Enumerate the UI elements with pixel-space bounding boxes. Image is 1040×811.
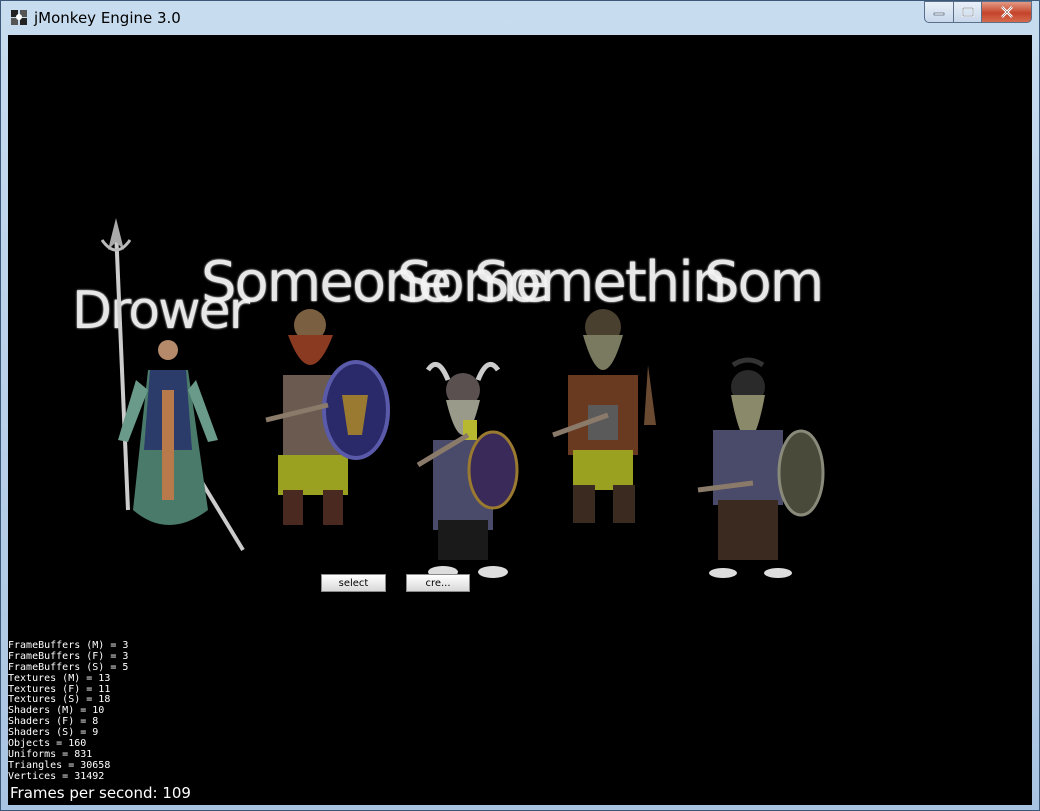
window-controls <box>924 1 1032 23</box>
elf-mage-figure[interactable] <box>88 210 258 560</box>
red-beard-dwarf-figure[interactable] <box>258 305 398 530</box>
close-button[interactable] <box>982 1 1032 23</box>
character-name-5: Som <box>704 250 824 315</box>
fps-counter: Frames per second: 109 <box>10 784 191 802</box>
close-icon <box>1000 6 1013 18</box>
maximize-icon <box>961 7 974 17</box>
app-window: jMonkey Engine 3.0 Drower Someone Some S… <box>0 0 1040 811</box>
jmonkey-app-icon <box>11 10 27 25</box>
maximize-button[interactable] <box>954 1 982 23</box>
render-stats: FrameBuffers (M) = 3 FrameBuffers (F) = … <box>8 640 128 783</box>
window-title: jMonkey Engine 3.0 <box>34 9 181 27</box>
minimize-button[interactable] <box>924 1 954 23</box>
select-button[interactable]: select <box>321 574 386 592</box>
horned-helmet-dwarf-figure[interactable] <box>408 350 528 580</box>
title-bar[interactable]: jMonkey Engine 3.0 <box>1 1 1039 35</box>
stat-line: Textures (M) = 13 <box>8 672 111 684</box>
create-button[interactable]: cre... <box>406 574 470 592</box>
stat-line: Vertices = 31492 <box>8 770 105 782</box>
minimize-icon <box>933 12 945 16</box>
armored-dwarf-figure[interactable] <box>693 355 833 580</box>
game-viewport[interactable]: Drower Someone Some Somethin Som select … <box>8 35 1032 805</box>
grey-beard-dwarf-figure[interactable] <box>548 305 668 530</box>
